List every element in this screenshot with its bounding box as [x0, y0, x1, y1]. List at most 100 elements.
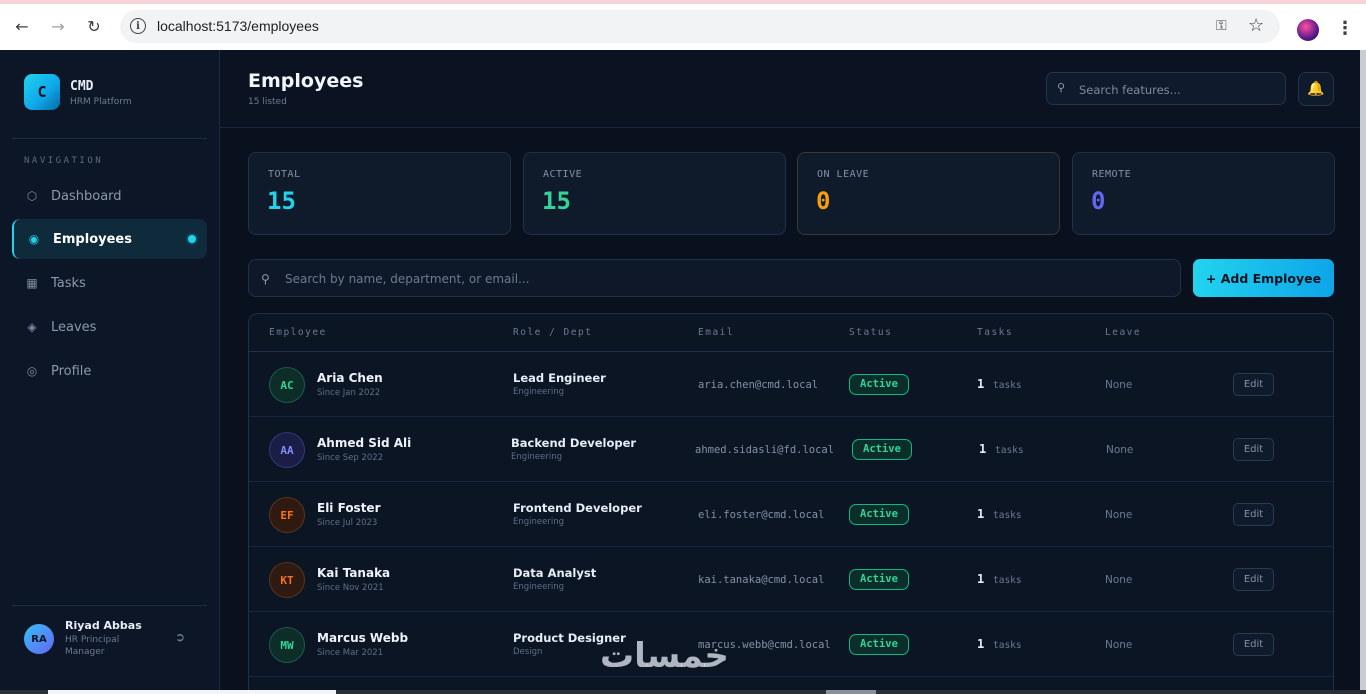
column-header-employee[interactable]: Employee: [269, 327, 327, 338]
stat-label: ACTIVE: [543, 169, 583, 180]
employee-dept: Engineering: [513, 582, 564, 592]
column-header-leave[interactable]: Leave: [1105, 327, 1141, 338]
feature-search-input[interactable]: ⚲ Search features...: [1046, 72, 1286, 105]
watermark-logo: خمسات: [600, 636, 729, 676]
brand-name: CMD: [70, 79, 94, 94]
employee-role: Data Analyst: [513, 566, 597, 580]
reload-icon[interactable]: ↻: [82, 14, 106, 38]
employee-dept: Engineering: [513, 517, 564, 527]
edit-button[interactable]: Edit: [1233, 568, 1274, 591]
edit-button[interactable]: Edit: [1233, 503, 1274, 526]
employee-email: ahmed.sidasli@fd.local: [695, 444, 835, 456]
edit-button[interactable]: Edit: [1233, 633, 1274, 656]
column-header-tasks[interactable]: Tasks: [977, 327, 1013, 338]
sidebar-item-label: Employees: [53, 231, 132, 247]
address-bar[interactable]: i localhost:5173/employees ⚿ ☆: [120, 10, 1280, 43]
column-header-status[interactable]: Status: [849, 327, 892, 338]
employee-since: Since Nov 2021: [317, 583, 384, 593]
leave-value: None: [1105, 639, 1133, 651]
target-icon: ◉: [28, 232, 40, 246]
bell-icon: 🔔: [1307, 81, 1325, 97]
page-header: Employees 15 listed ⚲ Search features...…: [220, 50, 1360, 128]
employee-since: Since Jan 2022: [317, 388, 381, 398]
page-subtitle: 15 listed: [248, 97, 287, 107]
employee-dept: Engineering: [511, 452, 562, 462]
leave-value: None: [1105, 509, 1133, 521]
sidebar-item-employees[interactable]: ◉ Employees: [12, 219, 207, 259]
bottom-strip: [0, 690, 1366, 694]
sidebar-item-label: Profile: [51, 363, 92, 379]
avatar: KT: [269, 562, 305, 598]
back-arrow-icon[interactable]: ←: [10, 14, 34, 38]
table-row[interactable]: KT Kai Tanaka Since Nov 2021 Data Analys…: [249, 547, 1333, 612]
edit-button[interactable]: Edit: [1233, 373, 1274, 396]
tasks-count: 1: [977, 637, 985, 651]
browser-toolbar: ← → ↻ i localhost:5173/employees ⚿ ☆ ⋮: [0, 0, 1366, 50]
employee-email: kai.tanaka@cmd.local: [698, 574, 825, 586]
forward-arrow-icon[interactable]: →: [46, 14, 70, 38]
avatar: AA: [269, 432, 305, 468]
edit-button[interactable]: Edit: [1233, 438, 1274, 461]
sidebar-item-dashboard[interactable]: ⬡ Dashboard: [12, 176, 207, 216]
employee-role: Frontend Developer: [513, 501, 642, 515]
tasks-count: 1: [977, 377, 985, 391]
table-row[interactable]: EF Eli Foster Since Jul 2023 Frontend De…: [249, 482, 1333, 547]
table-header: Employee Role / Dept Email Status Tasks …: [249, 314, 1333, 352]
status-badge: Active: [849, 569, 909, 590]
tasks-label: tasks: [993, 380, 1022, 391]
table-row[interactable]: MW Marcus Webb Since Mar 2021 Product De…: [249, 612, 1333, 677]
add-employee-button[interactable]: + Add Employee: [1193, 259, 1334, 297]
employee-email: eli.foster@cmd.local: [698, 509, 825, 521]
nav-heading: NAVIGATION: [24, 156, 104, 166]
url-text: localhost:5173/employees: [157, 18, 319, 34]
leave-value: None: [1105, 574, 1133, 586]
leave-value: None: [1106, 444, 1134, 456]
employee-name: Marcus Webb: [317, 631, 409, 645]
stat-card-active: ACTIVE 15: [523, 152, 786, 235]
site-info-icon[interactable]: i: [130, 18, 146, 34]
avatar: MW: [269, 627, 305, 663]
sidebar-item-tasks[interactable]: ▦ Tasks: [12, 263, 207, 303]
table-row[interactable]: AA Ahmed Sid Ali Since Sep 2022 Backend …: [249, 417, 1333, 482]
status-badge: Active: [852, 439, 912, 460]
sidebar-item-label: Dashboard: [51, 188, 122, 204]
star-icon[interactable]: ☆: [1248, 15, 1264, 36]
employee-since: Since Jul 2023: [317, 518, 378, 528]
employee-name: Ahmed Sid Ali: [317, 436, 412, 450]
page-scrollbar[interactable]: [1360, 50, 1366, 694]
employee-name: Aria Chen: [317, 371, 383, 385]
browser-profile-avatar[interactable]: [1297, 19, 1319, 41]
stat-card-remote: REMOTE 0: [1072, 152, 1335, 235]
logout-icon[interactable]: ➲: [175, 630, 185, 644]
brand-logo: C: [24, 74, 60, 110]
employee-search-input[interactable]: ⚲ Search by name, department, or email..…: [248, 259, 1181, 297]
stat-card-on-leave: ON LEAVE 0: [797, 152, 1060, 235]
sidebar-item-leaves[interactable]: ◈ Leaves: [12, 307, 207, 347]
key-icon[interactable]: ⚿: [1216, 18, 1227, 34]
stat-label: TOTAL: [268, 169, 301, 180]
tasks-label: tasks: [993, 510, 1022, 521]
avatar[interactable]: RA: [24, 624, 54, 654]
stat-value: 0: [816, 187, 831, 215]
circle-icon: ◎: [26, 364, 38, 378]
avatar: AC: [269, 367, 305, 403]
notifications-button[interactable]: 🔔: [1298, 72, 1334, 106]
bottom-strip-segment: [48, 690, 336, 694]
tasks-count: 1: [977, 507, 985, 521]
column-header-role[interactable]: Role / Dept: [513, 327, 592, 338]
table-row[interactable]: AC Aria Chen Since Jan 2022 Lead Enginee…: [249, 352, 1333, 417]
user-role: HR Principal Manager: [65, 635, 120, 657]
tasks-label: tasks: [993, 575, 1022, 586]
sidebar-divider: [12, 605, 207, 606]
stat-label: REMOTE: [1092, 169, 1132, 180]
more-menu-icon[interactable]: ⋮: [1336, 18, 1354, 39]
diamond-icon: ◈: [27, 320, 37, 334]
employee-since: Since Mar 2021: [317, 648, 384, 658]
search-icon: ⚲: [261, 272, 270, 286]
column-header-email[interactable]: Email: [698, 327, 734, 338]
sidebar-item-label: Leaves: [51, 319, 97, 335]
sidebar-item-profile[interactable]: ◎ Profile: [12, 351, 207, 391]
employee-dept: Engineering: [513, 387, 564, 397]
avatar: EF: [269, 497, 305, 533]
search-icon: ⚲: [1057, 81, 1066, 94]
